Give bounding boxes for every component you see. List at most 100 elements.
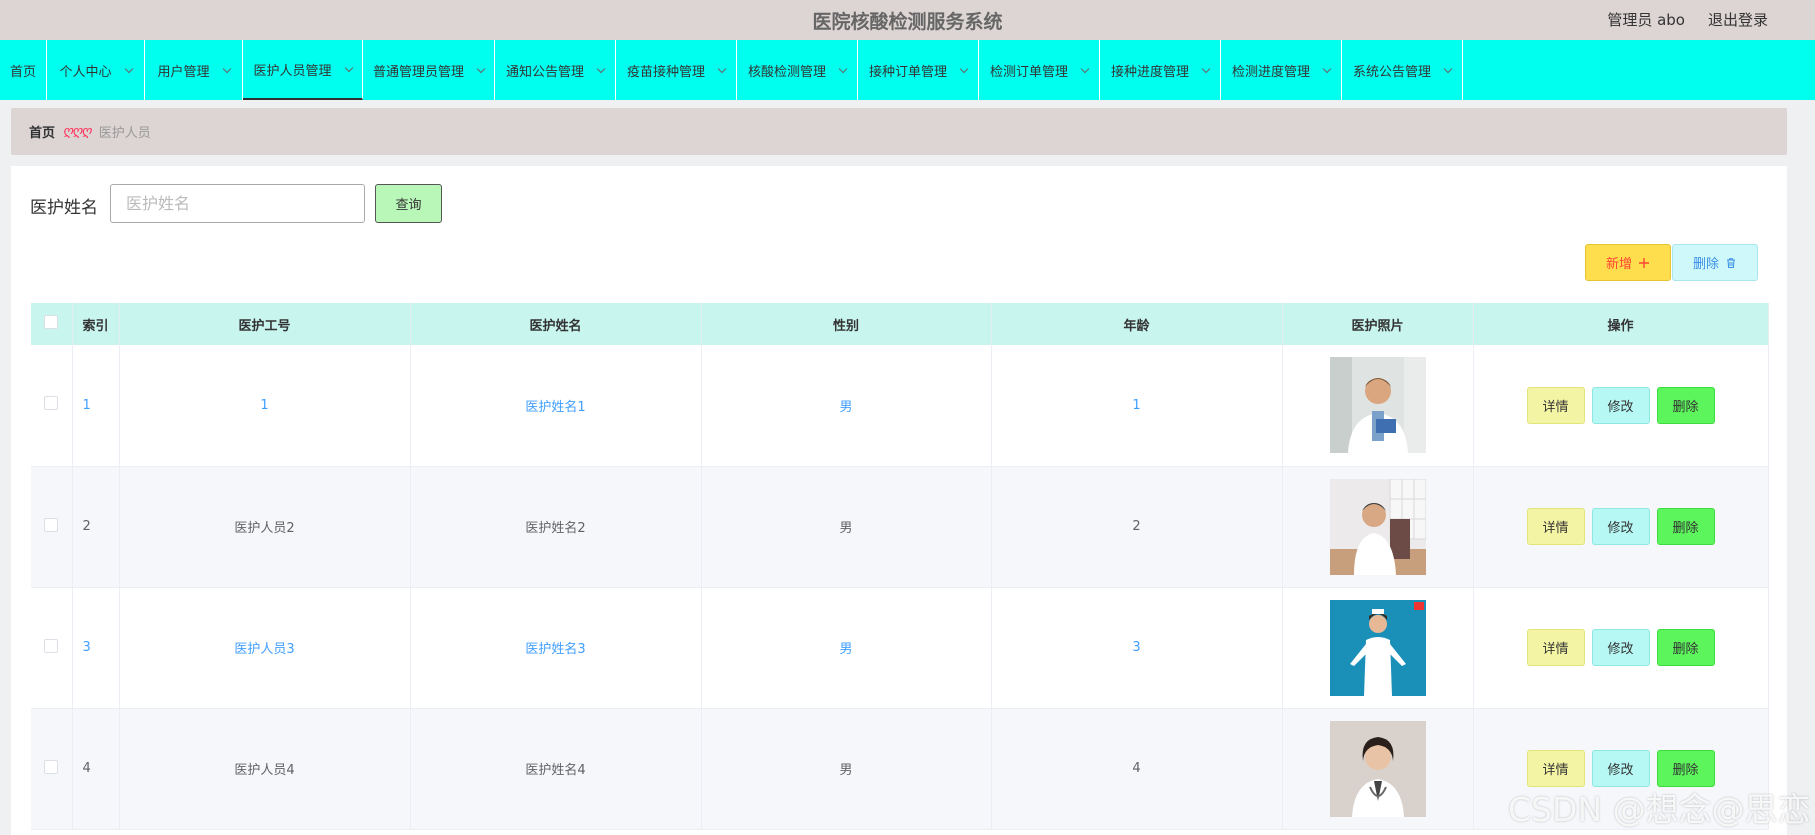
nav-item-label: 接种订单管理: [868, 64, 947, 80]
chevron-down-icon: [717, 64, 727, 73]
delete-button[interactable]: 删除: [1656, 386, 1715, 424]
breadcrumb: 首页 ღღღ 医护人员: [11, 108, 1787, 155]
edit-button[interactable]: 修改: [1591, 508, 1650, 545]
select-all-cell: [31, 303, 73, 345]
cell-age: 1: [991, 345, 1283, 467]
nav-item-label: 普通管理员管理: [372, 64, 464, 80]
cell-index: 3: [72, 587, 120, 709]
nav-item-label: 医护人员管理: [253, 63, 332, 79]
detail-button[interactable]: 详情: [1526, 386, 1585, 424]
cell-staff-id: 医护人员2: [119, 466, 411, 588]
delete-button[interactable]: 删除: [1656, 750, 1715, 787]
plus-icon: [1639, 257, 1649, 268]
nav-item-test-progress-management[interactable]: 检测进度管理: [1221, 40, 1342, 100]
column-header-gender: 性别: [701, 303, 992, 345]
content-panel: 医护姓名 查询 新增 删除 索引 医护工号 医护姓名 性别 年龄 医护照片 操作: [11, 166, 1787, 835]
breadcrumb-current: 医护人员: [98, 126, 151, 141]
select-all-checkbox[interactable]: [44, 315, 59, 329]
add-button[interactable]: 新增: [1585, 244, 1671, 281]
cell-age: 3: [991, 587, 1283, 709]
search-input[interactable]: [110, 184, 365, 223]
nav-item-label: 个人中心: [59, 64, 112, 80]
chevron-down-icon: [1201, 64, 1211, 73]
nav-item-system-notice-management[interactable]: 系统公告管理: [1342, 40, 1463, 100]
row-actions: 详情 修改 删除: [1474, 750, 1768, 787]
nav-item-home[interactable]: 首页: [0, 40, 47, 100]
row-select-cell: [31, 708, 73, 830]
breadcrumb-separator: ღღღ: [63, 124, 92, 139]
chevron-down-icon: [222, 64, 231, 73]
cell-staff-id: 医护人员3: [119, 587, 411, 709]
chevron-down-icon: [344, 63, 353, 72]
row-actions: 详情 修改 删除: [1474, 508, 1768, 545]
table-row[interactable]: 1 1 医护姓名1 男 1 详情 修改 删除: [31, 345, 1769, 467]
cell-photo: [1282, 587, 1474, 709]
row-select-cell: [31, 466, 73, 588]
nav-item-user-management[interactable]: 用户管理: [145, 40, 243, 100]
nav-item-vaccination-progress-management[interactable]: 接种进度管理: [1100, 40, 1221, 100]
cell-gender: 男: [701, 587, 992, 709]
staff-photo: [1329, 478, 1426, 575]
breadcrumb-home[interactable]: 首页: [29, 122, 55, 141]
nav-item-label: 检测订单管理: [989, 64, 1068, 80]
chevron-down-icon: [124, 64, 133, 73]
cell-operations: 详情 修改 删除: [1473, 345, 1769, 467]
row-checkbox[interactable]: [44, 638, 59, 653]
nav-item-nucleic-test-management[interactable]: 核酸检测管理: [737, 40, 858, 100]
chevron-down-icon: [1080, 64, 1090, 73]
column-header-age: 年龄: [991, 303, 1283, 345]
cell-name: 医护姓名2: [410, 466, 702, 588]
detail-button[interactable]: 详情: [1526, 629, 1585, 666]
table-row[interactable]: 2 医护人员2 医护姓名2 男 2 详情 修改 删除: [31, 466, 1769, 588]
detail-button[interactable]: 详情: [1526, 750, 1585, 787]
cell-index: 4: [72, 708, 120, 830]
delete-button[interactable]: 删除: [1656, 629, 1715, 666]
row-checkbox[interactable]: [44, 517, 59, 532]
cell-photo: [1282, 708, 1474, 830]
row-actions: 详情 修改 删除: [1474, 386, 1768, 424]
watermark: CSDN @想念@思恋: [1508, 790, 1811, 829]
row-select-cell: [31, 345, 73, 467]
column-header-photo: 医护照片: [1282, 303, 1474, 345]
edit-button[interactable]: 修改: [1591, 750, 1650, 787]
top-header: 医院核酸检测服务系统 管理员 abo 退出登录: [0, 0, 1815, 40]
cell-name: 医护姓名1: [410, 345, 702, 467]
staff-photo: [1329, 357, 1426, 454]
edit-button[interactable]: 修改: [1591, 386, 1650, 424]
chevron-down-icon: [476, 64, 486, 73]
batch-delete-button[interactable]: 删除: [1672, 244, 1758, 281]
chevron-down-icon: [838, 64, 848, 73]
cell-operations: 详情 修改 删除: [1473, 587, 1769, 709]
nav-item-label: 用户管理: [157, 64, 210, 80]
column-header-index: 索引: [72, 303, 120, 345]
chevron-down-icon: [1443, 64, 1453, 73]
edit-button[interactable]: 修改: [1591, 629, 1650, 666]
row-actions: 详情 修改 删除: [1474, 629, 1768, 666]
column-header-operations: 操作: [1473, 303, 1769, 345]
row-checkbox[interactable]: [44, 759, 59, 774]
nav-item-admin-management[interactable]: 普通管理员管理: [363, 40, 495, 100]
search-label: 医护姓名: [30, 198, 98, 218]
chevron-down-icon: [1322, 64, 1332, 73]
detail-button[interactable]: 详情: [1526, 508, 1585, 545]
batch-delete-label: 删除: [1692, 257, 1719, 272]
table-row[interactable]: 3 医护人员3 医护姓名3 男 3 详情 修改 删除: [31, 587, 1769, 709]
nav-item-personal-center[interactable]: 个人中心: [47, 40, 145, 100]
nav-item-notice-management[interactable]: 通知公告管理: [495, 40, 616, 100]
nav-item-label: 首页: [9, 64, 36, 80]
cell-gender: 男: [701, 466, 992, 588]
column-header-staff-id: 医护工号: [119, 303, 411, 345]
search-button[interactable]: 查询: [375, 184, 442, 223]
delete-button[interactable]: 删除: [1656, 508, 1715, 545]
nav-item-vaccination-management[interactable]: 疫苗接种管理: [616, 40, 737, 100]
nav-item-medical-staff-management[interactable]: 医护人员管理: [243, 40, 363, 100]
nav-item-label: 通知公告管理: [505, 64, 584, 80]
nav-item-label: 核酸检测管理: [747, 64, 826, 80]
nav-item-test-order-management[interactable]: 检测订单管理: [979, 40, 1100, 100]
cell-operations: 详情 修改 删除: [1473, 466, 1769, 588]
cell-staff-id: 医护人员4: [119, 708, 411, 830]
logout-link[interactable]: 退出登录: [1708, 9, 1768, 30]
row-checkbox[interactable]: [44, 396, 59, 411]
nav-item-vaccination-order-management[interactable]: 接种订单管理: [858, 40, 979, 100]
chevron-down-icon: [959, 64, 969, 73]
